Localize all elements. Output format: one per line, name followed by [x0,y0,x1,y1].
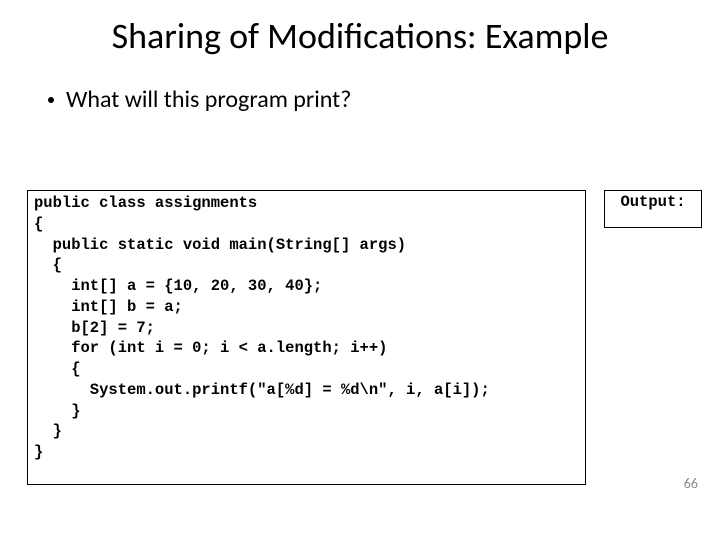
output-box: Output: [604,190,702,228]
slide-title: Sharing of Modifications: Example [0,14,720,58]
page-number: 66 [684,475,698,492]
slide: Sharing of Modifications: Example What w… [0,0,720,540]
bullet-dot-icon [48,97,54,103]
bullet-text: What will this program print? [66,85,351,114]
bullet-item: What will this program print? [48,85,351,114]
code-block: public class assignments { public static… [27,190,586,485]
